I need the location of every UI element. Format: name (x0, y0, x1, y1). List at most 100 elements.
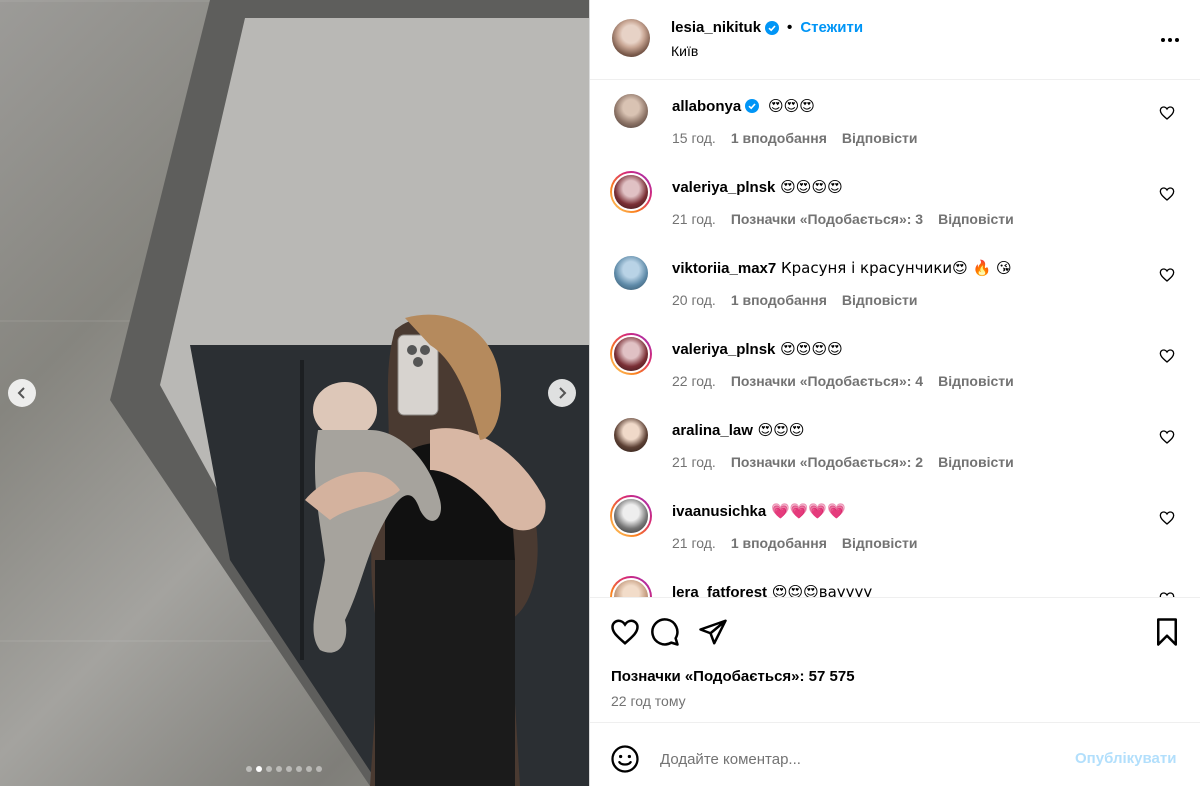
carousel-dot (276, 766, 282, 772)
reply-button[interactable]: Відповісти (938, 373, 1014, 389)
comment-text-line: valeriya_plnsk 😍😍😍😍 (672, 339, 843, 360)
comment-username[interactable]: allabonya (672, 98, 741, 115)
comment-likes[interactable]: 1 вподобання (731, 535, 827, 551)
publish-button[interactable]: Опублікувати (1075, 750, 1176, 767)
comment-item: valeriya_plnsk 😍😍😍😍 22 год. Позначки «Подо… (590, 333, 1200, 414)
reply-button[interactable]: Відповісти (938, 211, 1014, 227)
comment-likes[interactable]: 1 вподобання (731, 292, 827, 308)
commenter-avatar[interactable] (610, 90, 652, 132)
carousel-dot (256, 766, 262, 772)
post-dialog: lesia_nikituk • Стежити Київ allabonya 😍… (0, 0, 1200, 786)
carousel-dot (286, 766, 292, 772)
avatar-image (612, 497, 650, 535)
comment-time[interactable]: 15 год. (672, 130, 716, 146)
comment-username[interactable]: aralina_law (672, 422, 753, 439)
carousel-dot (266, 766, 272, 772)
comment-like-heart-icon[interactable] (1159, 105, 1175, 121)
comment-likes[interactable]: 1 вподобання (731, 130, 827, 146)
comment-meta: 20 год. 1 вподобання Відповісти (672, 292, 918, 308)
avatar-image (612, 578, 650, 597)
author-line: lesia_nikituk • Стежити (671, 19, 863, 36)
avatar-image (612, 254, 650, 292)
post-timestamp[interactable]: 22 год тому (611, 693, 686, 709)
post-location[interactable]: Київ (671, 43, 698, 59)
comment-item: valeriya_plnsk 😍😍😍😍 21 год. Позначки «Подо… (590, 171, 1200, 252)
comment-likes[interactable]: Позначки «Подобається»: 4 (731, 373, 923, 389)
reply-button[interactable]: Відповісти (842, 535, 918, 551)
comment-meta: 15 год. 1 вподобання Відповісти (672, 130, 918, 146)
more-horizontal-icon (1161, 38, 1179, 42)
comment-username[interactable]: lera_fatforest (672, 584, 767, 597)
comment-username[interactable]: valeriya_plnsk (672, 179, 775, 196)
comment-likes[interactable]: Позначки «Подобається»: 3 (731, 211, 923, 227)
commenter-avatar[interactable] (610, 333, 652, 375)
avatar-image (612, 335, 650, 373)
likes-count[interactable]: Позначки «Подобається»: 57 575 (611, 668, 855, 685)
carousel-prev-button[interactable] (8, 379, 36, 407)
like-heart-icon[interactable] (610, 617, 640, 647)
comment-username[interactable]: viktoriia_max7 (672, 260, 776, 277)
emoji-smile-icon[interactable] (610, 744, 640, 774)
comment-body: 😍😍😍вауууу (767, 583, 873, 598)
comment-meta: 21 год. Позначки «Подобається»: 3 Відповіс… (672, 211, 1014, 227)
share-send-icon[interactable] (698, 617, 728, 647)
comment-text-line: ivaanusichka 💗💗💗💗 (672, 501, 846, 522)
comment-text-line: viktoriia_max7 Красуня і красунчики😍 🔥 😘 (672, 258, 1012, 279)
post-side-panel: lesia_nikituk • Стежити Київ allabonya 😍… (589, 0, 1200, 786)
save-bookmark-icon[interactable] (1152, 617, 1182, 647)
commenter-avatar[interactable] (610, 495, 652, 537)
author-avatar[interactable] (612, 19, 650, 57)
comment-like-heart-icon[interactable] (1159, 591, 1175, 598)
comment-like-heart-icon[interactable] (1159, 348, 1175, 364)
commenter-avatar[interactable] (610, 252, 652, 294)
carousel-indicator (246, 766, 322, 772)
more-options-button[interactable] (1158, 30, 1182, 50)
follow-button[interactable]: Стежити (800, 19, 863, 36)
carousel-dot (306, 766, 312, 772)
chevron-left-icon (17, 387, 25, 399)
reply-button[interactable]: Відповісти (938, 454, 1014, 470)
commenter-avatar[interactable] (610, 171, 652, 213)
comment-body: 😍😍😍😍 (775, 178, 843, 196)
verified-badge-icon (765, 20, 780, 35)
comment-bubble-icon[interactable] (650, 617, 680, 647)
separator-dot: • (787, 19, 793, 36)
comments-list[interactable]: allabonya 😍😍😍 15 год. 1 вподобання Відповіс… (590, 81, 1200, 598)
comment-time[interactable]: 21 год. (672, 535, 716, 551)
comment-meta: 22 год. Позначки «Подобається»: 4 Відповіс… (672, 373, 1014, 389)
comment-username[interactable]: valeriya_plnsk (672, 341, 775, 358)
comment-like-heart-icon[interactable] (1159, 267, 1175, 283)
avatar-image (612, 416, 650, 454)
comment-like-heart-icon[interactable] (1159, 186, 1175, 202)
mirror-selfie-photo (110, 0, 589, 786)
comment-like-heart-icon[interactable] (1159, 429, 1175, 445)
comment-time[interactable]: 21 год. (672, 454, 716, 470)
comment-like-heart-icon[interactable] (1159, 510, 1175, 526)
commenter-avatar[interactable] (610, 414, 652, 456)
comment-body: 💗💗💗💗 (766, 502, 846, 520)
comment-item: allabonya 😍😍😍 15 год. 1 вподобання Відповіс… (590, 90, 1200, 171)
comment-body: 😍😍😍 (752, 421, 805, 439)
add-comment-bar: Опублікувати (590, 722, 1200, 786)
comment-time[interactable]: 21 год. (672, 211, 716, 227)
comment-text-line: aralina_law 😍😍😍 (672, 420, 805, 441)
carousel-next-button[interactable] (548, 379, 576, 407)
comment-text-line: valeriya_plnsk 😍😍😍😍 (672, 177, 843, 198)
comment-username[interactable]: ivaanusichka (672, 503, 766, 520)
comment-input[interactable] (660, 747, 1060, 771)
reply-button[interactable]: Відповісти (842, 130, 918, 146)
commenter-avatar[interactable] (610, 576, 652, 597)
comment-item: lera_fatforest 😍😍😍вауууу (590, 576, 1200, 598)
comment-body: Красуня і красунчики😍 🔥 😘 (776, 259, 1012, 277)
comment-body: 😍😍😍😍 (775, 340, 843, 358)
author-username[interactable]: lesia_nikituk (671, 19, 761, 36)
comment-time[interactable]: 22 год. (672, 373, 716, 389)
post-media[interactable] (0, 0, 589, 786)
comment-body: 😍😍😍 (763, 97, 815, 115)
reply-button[interactable]: Відповісти (842, 292, 918, 308)
comment-text-line: lera_fatforest 😍😍😍вауууу (672, 582, 873, 598)
comment-meta: 21 год. Позначки «Подобається»: 2 Відповіс… (672, 454, 1014, 470)
comment-item: ivaanusichka 💗💗💗💗 21 год. 1 вподобання Відп… (590, 495, 1200, 576)
comment-time[interactable]: 20 год. (672, 292, 716, 308)
comment-likes[interactable]: Позначки «Подобається»: 2 (731, 454, 923, 470)
